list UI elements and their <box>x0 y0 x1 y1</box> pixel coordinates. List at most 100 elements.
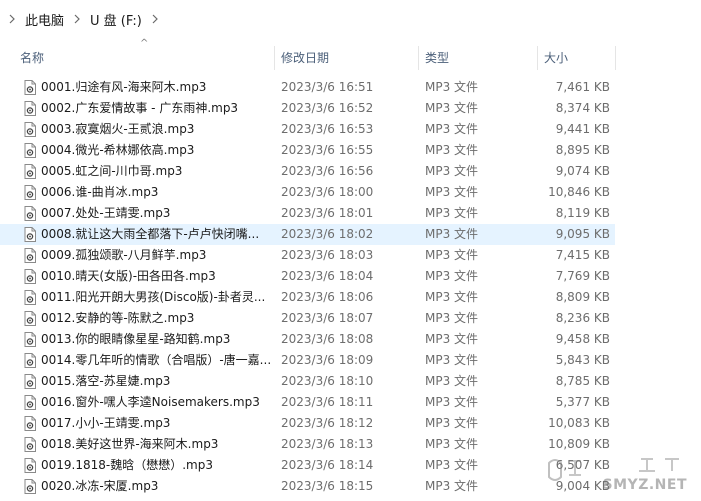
file-modified-date: 2023/3/6 16:51 <box>281 80 374 94</box>
file-row[interactable]: 0011.阳光开朗大男孩(Disco版)-卦者灵... 2023/3/6 18:0… <box>0 287 615 308</box>
mp3-file-icon <box>24 290 36 305</box>
file-name: 0019.1818-魏晗（懋懋）.mp3 <box>41 458 213 472</box>
file-type: MP3 文件 <box>425 164 479 178</box>
mp3-file-icon <box>24 185 36 200</box>
file-name: 0008.就让这大雨全都落下-卢卢快闭嘴... <box>41 227 260 241</box>
file-modified-date: 2023/3/6 18:06 <box>281 290 374 304</box>
file-type: MP3 文件 <box>425 80 479 94</box>
breadcrumb-item-this-pc[interactable]: 此电脑 <box>22 8 67 31</box>
mp3-file-icon <box>24 269 36 284</box>
file-name: 0007.处处-王靖雯.mp3 <box>41 206 171 220</box>
file-modified-date: 2023/3/6 18:04 <box>281 269 374 283</box>
file-type: MP3 文件 <box>425 458 479 472</box>
file-size: 8,119 KB <box>555 206 610 220</box>
file-row[interactable]: 0009.孤独颂歌-八月鲜芋.mp3 2023/3/6 18:03 MP3 文件 7,… <box>0 245 615 266</box>
mp3-file-icon <box>24 332 36 347</box>
file-row[interactable]: 0002.广东爱情故事 - 广东雨神.mp3 2023/3/6 16:52 MP3 … <box>0 98 615 119</box>
file-name: 0014.零几年听的情歌（合唱版）-唐一嘉... <box>41 353 272 367</box>
file-row[interactable]: 0016.窗外-嘿人李逵Noisemakers.mp3 2023/3/6 18:1… <box>0 392 615 413</box>
mp3-file-icon <box>24 458 36 473</box>
file-type: MP3 文件 <box>425 311 479 325</box>
chevron-right-icon[interactable] <box>8 14 16 24</box>
breadcrumb: 此电脑 U 盘 (F:) <box>0 0 701 38</box>
file-modified-date: 2023/3/6 18:11 <box>281 395 374 409</box>
file-type: MP3 文件 <box>425 416 479 430</box>
file-row[interactable]: 0019.1818-魏晗（懋懋）.mp3 2023/3/6 18:14 MP3 文件… <box>0 455 615 476</box>
file-size: 5,843 KB <box>555 353 610 367</box>
mp3-file-icon <box>24 206 36 221</box>
file-row[interactable]: 0005.虹之间-川巾哥.mp3 2023/3/6 16:56 MP3 文件 9,07… <box>0 161 615 182</box>
file-row[interactable]: 0004.微光-希林娜依高.mp3 2023/3/6 16:55 MP3 文件 8,8… <box>0 140 615 161</box>
mp3-file-icon <box>24 143 36 158</box>
mp3-file-icon <box>24 248 36 263</box>
file-modified-date: 2023/3/6 18:10 <box>281 374 374 388</box>
file-modified-date: 2023/3/6 18:15 <box>281 479 374 493</box>
file-size: 10,846 KB <box>548 185 610 199</box>
file-type: MP3 文件 <box>425 332 479 346</box>
file-size: 9,074 KB <box>555 164 610 178</box>
file-modified-date: 2023/3/6 18:07 <box>281 311 374 325</box>
file-name: 0017.小小-王靖雯.mp3 <box>41 416 171 430</box>
file-size: 7,415 KB <box>555 248 610 262</box>
file-name: 0013.你的眼睛像星星-路知鹤.mp3 <box>41 332 231 346</box>
file-size: 7,769 KB <box>555 269 610 283</box>
file-size: 9,095 KB <box>555 227 610 241</box>
file-row[interactable]: 0003.寂寞烟火-王贰浪.mp3 2023/3/6 16:53 MP3 文件 9,4… <box>0 119 615 140</box>
file-type: MP3 文件 <box>425 206 479 220</box>
file-name: 0003.寂寞烟火-王贰浪.mp3 <box>41 122 195 136</box>
file-modified-date: 2023/3/6 18:03 <box>281 248 374 262</box>
column-divider[interactable] <box>615 46 616 70</box>
file-name: 0010.晴天(女版)-田各田各.mp3 <box>41 269 216 283</box>
file-row[interactable]: 0020.冰冻-宋厦.mp3 2023/3/6 18:15 MP3 文件 9,004 … <box>0 476 615 497</box>
column-header-name[interactable]: 名称 <box>14 44 274 72</box>
file-size: 8,785 KB <box>555 374 610 388</box>
file-modified-date: 2023/3/6 18:00 <box>281 185 374 199</box>
mp3-file-icon <box>24 437 36 452</box>
file-row[interactable]: 0017.小小-王靖雯.mp3 2023/3/6 18:12 MP3 文件 10,08… <box>0 413 615 434</box>
file-row[interactable]: 0013.你的眼睛像星星-路知鹤.mp3 2023/3/6 18:08 MP3 文件… <box>0 329 615 350</box>
file-type: MP3 文件 <box>425 185 479 199</box>
file-modified-date: 2023/3/6 16:52 <box>281 101 374 115</box>
file-modified-date: 2023/3/6 18:02 <box>281 227 374 241</box>
file-name: 0011.阳光开朗大男孩(Disco版)-卦者灵... <box>41 290 266 304</box>
file-size: 8,374 KB <box>555 101 610 115</box>
mp3-file-icon <box>24 101 36 116</box>
file-row[interactable]: 0008.就让这大雨全都落下-卢卢快闭嘴... 2023/3/6 18:02 MP3… <box>0 224 615 245</box>
column-header-type[interactable]: 类型 <box>419 44 537 72</box>
mp3-file-icon <box>24 479 36 494</box>
file-modified-date: 2023/3/6 18:12 <box>281 416 374 430</box>
file-size: 7,461 KB <box>555 80 610 94</box>
watermark-logo: SMYZ.NET <box>541 455 691 495</box>
file-type: MP3 文件 <box>425 374 479 388</box>
chevron-right-icon[interactable] <box>151 14 159 24</box>
file-size: 9,441 KB <box>555 122 610 136</box>
file-row[interactable]: 0015.落空-苏星婕.mp3 2023/3/6 18:10 MP3 文件 8,785… <box>0 371 615 392</box>
file-type: MP3 文件 <box>425 395 479 409</box>
watermark-text: SMYZ.NET <box>602 477 687 493</box>
mp3-file-icon <box>24 80 36 95</box>
file-row[interactable]: 0012.安静的等-陈默之.mp3 2023/3/6 18:07 MP3 文件 8,2… <box>0 308 615 329</box>
file-row[interactable]: 0018.美好这世界-海来阿木.mp3 2023/3/6 18:13 MP3 文件 1… <box>0 434 615 455</box>
file-name: 0005.虹之间-川巾哥.mp3 <box>41 164 183 178</box>
file-name: 0020.冰冻-宋厦.mp3 <box>41 479 159 493</box>
file-row[interactable]: 0001.归途有风-海来阿木.mp3 2023/3/6 16:51 MP3 文件 7,… <box>0 77 615 98</box>
column-header-size[interactable]: 大小 <box>538 44 615 72</box>
file-row[interactable]: 0007.处处-王靖雯.mp3 2023/3/6 18:01 MP3 文件 8,119… <box>0 203 615 224</box>
column-header-date[interactable]: 修改日期 <box>275 44 418 72</box>
file-modified-date: 2023/3/6 16:55 <box>281 143 374 157</box>
file-size: 8,236 KB <box>555 311 610 325</box>
file-name: 0002.广东爱情故事 - 广东雨神.mp3 <box>41 101 239 115</box>
file-row[interactable]: 0006.谁-曲肖冰.mp3 2023/3/6 18:00 MP3 文件 10,846… <box>0 182 615 203</box>
file-modified-date: 2023/3/6 18:14 <box>281 458 374 472</box>
file-name: 0012.安静的等-陈默之.mp3 <box>41 311 195 325</box>
file-name: 0009.孤独颂歌-八月鲜芋.mp3 <box>41 248 207 262</box>
file-row[interactable]: 0014.零几年听的情歌（合唱版）-唐一嘉... 2023/3/6 18:09 MP… <box>0 350 615 371</box>
mp3-file-icon <box>24 416 36 431</box>
file-type: MP3 文件 <box>425 143 479 157</box>
column-header-row: 名称 修改日期 类型 大小 <box>0 44 701 72</box>
chevron-right-icon[interactable] <box>73 14 81 24</box>
file-size: 8,809 KB <box>555 290 610 304</box>
file-row[interactable]: 0010.晴天(女版)-田各田各.mp3 2023/3/6 18:04 MP3 文件… <box>0 266 615 287</box>
breadcrumb-item-usb-drive[interactable]: U 盘 (F:) <box>87 8 145 31</box>
file-type: MP3 文件 <box>425 290 479 304</box>
